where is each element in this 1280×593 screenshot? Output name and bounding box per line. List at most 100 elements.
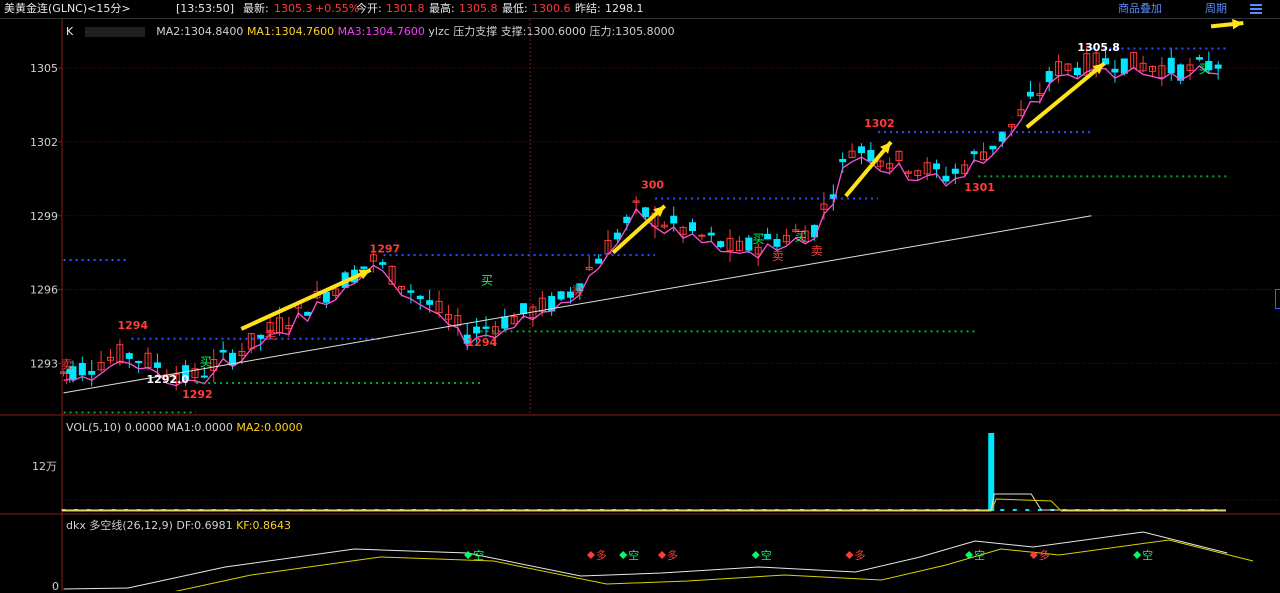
- candle-body: [942, 175, 950, 182]
- candle-body: [426, 300, 434, 305]
- candle-body: [219, 350, 227, 353]
- trend-line: [63, 215, 1092, 394]
- candle-body: [857, 146, 865, 154]
- candle-body: [1167, 57, 1175, 74]
- candle-body: [304, 311, 312, 316]
- dkx-signal-marker: [1133, 551, 1142, 559]
- candle-body: [379, 262, 387, 265]
- trade-signal: 卖: [571, 283, 583, 297]
- candle-body: [717, 241, 725, 248]
- y-tick-label: 1302: [30, 136, 58, 149]
- trade-signal: 买: [1199, 62, 1211, 76]
- candle-body: [473, 326, 481, 334]
- high-label: 最高:: [429, 2, 455, 15]
- trade-signal: 卖: [61, 357, 73, 371]
- dkx-signal-label: 多: [596, 548, 607, 562]
- candle-body: [839, 158, 847, 163]
- candle-body: [811, 224, 819, 238]
- overlay-commodity-button[interactable]: 商品叠加: [1118, 0, 1162, 18]
- vol-ma-line: [62, 493, 1226, 511]
- dkx-signal-marker: [845, 551, 854, 559]
- price-label: 1302: [864, 117, 895, 130]
- dkx-signal-label: 空: [473, 548, 484, 562]
- open-value: 1301.8: [386, 2, 425, 15]
- candle-body: [989, 145, 997, 150]
- candle-body: [998, 131, 1006, 142]
- candle-body: [613, 232, 621, 240]
- dkx-signal-line: [174, 539, 1254, 591]
- candle-body: [689, 222, 696, 232]
- candle-body: [642, 207, 650, 217]
- candle-body: [200, 375, 208, 378]
- candle-body: [595, 258, 603, 264]
- dkx-signal-label: 空: [974, 548, 985, 562]
- price-label: 1292: [182, 388, 213, 401]
- dkx-signal-label: 多: [854, 548, 865, 562]
- candle-body: [970, 151, 978, 155]
- candle-body: [933, 163, 941, 170]
- open-label: 今开:: [356, 2, 382, 15]
- candle-body: [135, 360, 143, 363]
- candle-body: [501, 316, 509, 329]
- dkx-signal-marker: [619, 551, 628, 559]
- price-label: 1292.0: [147, 373, 190, 386]
- prev-settle-value: 1298.1: [605, 2, 644, 15]
- low-label: 最低:: [502, 2, 528, 15]
- candle-body: [1073, 67, 1081, 76]
- candle-body: [764, 233, 772, 240]
- kline-chart[interactable]: 1293 1296 1299 1302 1305 1294 1292.0 1292 1297 12…: [0, 19, 1280, 591]
- dkx-signal-label: 空: [761, 548, 772, 562]
- price-label: 1305.8: [1077, 41, 1119, 54]
- symbol-title[interactable]: 美黄金连(GLNC)<15分>: [4, 0, 131, 18]
- candle-body: [322, 291, 330, 303]
- price-label: 1294: [117, 319, 148, 332]
- low-value: 1300.6: [532, 2, 571, 15]
- candle-body: [88, 370, 96, 375]
- candle-body: [153, 362, 161, 368]
- y-tick-label: 1299: [30, 210, 58, 223]
- price-label: 1297: [370, 243, 401, 256]
- candle-body: [407, 290, 415, 293]
- dkx-line: [63, 531, 1228, 590]
- candle-body: [773, 239, 781, 247]
- volume-bar: [1012, 509, 1017, 511]
- candle-body: [867, 149, 875, 162]
- dkx-signal-marker: [586, 551, 595, 559]
- price-label: 1294: [467, 336, 498, 349]
- menu-lines-icon[interactable]: [1250, 3, 1262, 15]
- trade-signal: 卖: [811, 244, 823, 258]
- dkx-signal-marker: [751, 551, 760, 559]
- period-button[interactable]: 周期: [1205, 0, 1227, 18]
- trade-signal: 买: [795, 229, 807, 243]
- candle-body: [1195, 57, 1203, 60]
- candle-body: [1214, 64, 1222, 69]
- candle-body: [1120, 58, 1128, 74]
- candle-body: [1026, 91, 1034, 97]
- trade-signal: 买: [200, 355, 212, 369]
- right-edge-handle[interactable]: [1275, 289, 1280, 309]
- dkx-signal-marker: [464, 551, 473, 559]
- candle-body: [360, 266, 368, 269]
- y-tick-label: 1305: [30, 62, 58, 75]
- dkx-signal-label: 空: [628, 548, 639, 562]
- candle-body: [707, 232, 715, 236]
- price-label: 300: [641, 179, 664, 192]
- dkx-signal-marker: [658, 551, 667, 559]
- candle-body: [416, 295, 424, 300]
- change-percent: +0.55%: [315, 2, 360, 15]
- y-tick-label: 1296: [30, 284, 58, 297]
- candle-body: [125, 353, 133, 359]
- quote-time: [13:53:50]: [176, 2, 234, 15]
- quote-header-bar: 美黄金连(GLNC)<15分> [13:53:50] 最新: 1305.3 +0…: [0, 0, 1280, 19]
- candle-body: [557, 291, 565, 300]
- high-value: 1305.8: [459, 2, 498, 15]
- candle-body: [951, 168, 959, 174]
- volume-bar: [1000, 509, 1005, 511]
- price-label: 1301: [964, 181, 995, 194]
- trade-signal: 卖: [264, 328, 276, 342]
- trade-signal: 卖: [772, 249, 784, 263]
- last-label: 最新:: [243, 2, 269, 15]
- candle-body: [745, 237, 753, 251]
- trade-signal: 买: [753, 232, 765, 246]
- prev-settle-label: 昨结:: [575, 2, 601, 15]
